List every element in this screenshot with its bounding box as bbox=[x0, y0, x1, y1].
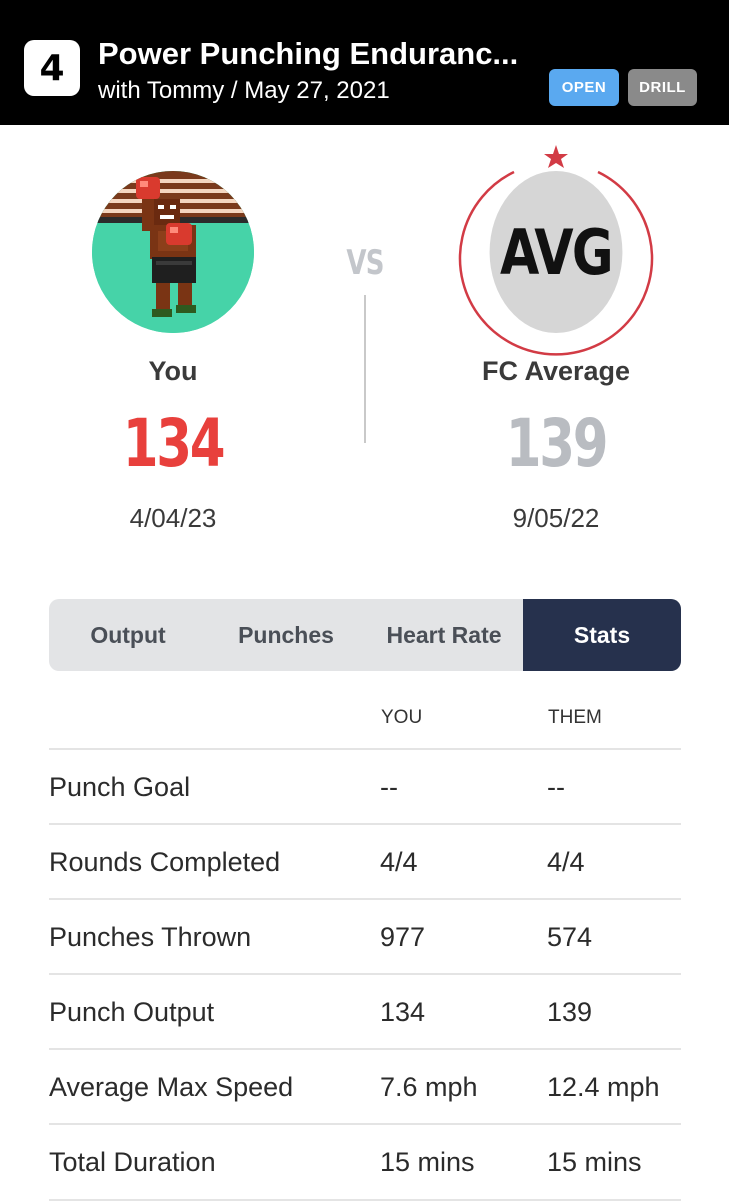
table-row: Rounds Completed 4/4 4/4 bbox=[49, 823, 681, 899]
them-score: 139 bbox=[505, 405, 609, 482]
class-subtitle: with Tommy / May 27, 2021 bbox=[98, 77, 390, 104]
open-badge[interactable]: OPEN bbox=[549, 69, 619, 106]
class-title: Power Punching Enduranc... bbox=[98, 36, 519, 71]
stat-them-value: 139 bbox=[547, 997, 593, 1027]
average-avatar[interactable]: AVG bbox=[489, 171, 623, 333]
you-name: You bbox=[148, 356, 198, 386]
vs-divider bbox=[364, 295, 366, 443]
stat-them-value: 4/4 bbox=[547, 847, 585, 877]
stat-you-value: 7.6 mph bbox=[380, 1072, 478, 1102]
stat-label: Average Max Speed bbox=[49, 1072, 294, 1102]
stat-label: Punches Thrown bbox=[49, 922, 252, 952]
vs-label: VS bbox=[346, 243, 384, 283]
stat-you-value: 134 bbox=[380, 997, 426, 1027]
stat-them-value: 15 mins bbox=[547, 1147, 642, 1177]
tab-output[interactable]: Output bbox=[49, 599, 207, 671]
stat-label: Rounds Completed bbox=[49, 847, 281, 877]
class-header: 4 Power Punching Enduranc... with Tommy … bbox=[0, 0, 729, 125]
stats-tab-bar: Output Punches Heart Rate Stats bbox=[49, 599, 681, 671]
tab-stats[interactable]: Stats bbox=[523, 599, 681, 671]
stat-label: Total Duration bbox=[49, 1147, 216, 1177]
stat-them-value: -- bbox=[547, 772, 565, 802]
star-icon bbox=[544, 145, 568, 168]
you-score: 134 bbox=[122, 405, 226, 482]
table-row: Total Duration 15 mins 15 mins bbox=[49, 1123, 681, 1201]
them-date: 9/05/22 bbox=[512, 503, 600, 533]
stat-you-value: 15 mins bbox=[380, 1147, 475, 1177]
user-avatar[interactable] bbox=[92, 171, 254, 333]
tab-heart-rate[interactable]: Heart Rate bbox=[365, 599, 523, 671]
table-row: Punches Thrown 977 574 bbox=[49, 898, 681, 974]
stat-them-value: 12.4 mph bbox=[547, 1072, 660, 1102]
stat-you-value: -- bbox=[380, 772, 398, 802]
boxer-avatar-icon bbox=[92, 171, 254, 333]
tab-punches[interactable]: Punches bbox=[207, 599, 365, 671]
column-header-them: THEM bbox=[548, 707, 602, 728]
them-name: FC Average bbox=[481, 356, 631, 386]
class-number-badge: 4 bbox=[24, 40, 80, 96]
stat-you-value: 977 bbox=[380, 922, 426, 952]
stat-you-value: 4/4 bbox=[380, 847, 418, 877]
table-row: Punch Output 134 139 bbox=[49, 973, 681, 1049]
table-row: Average Max Speed 7.6 mph 12.4 mph bbox=[49, 1048, 681, 1124]
stat-label: Punch Output bbox=[49, 997, 215, 1027]
you-date: 4/04/23 bbox=[129, 503, 217, 533]
table-row: Punch Goal -- -- bbox=[49, 748, 681, 824]
column-header-you: YOU bbox=[381, 707, 423, 728]
stat-label: Punch Goal bbox=[49, 772, 191, 802]
stat-them-value: 574 bbox=[547, 922, 593, 952]
drill-badge[interactable]: DRILL bbox=[628, 69, 697, 106]
